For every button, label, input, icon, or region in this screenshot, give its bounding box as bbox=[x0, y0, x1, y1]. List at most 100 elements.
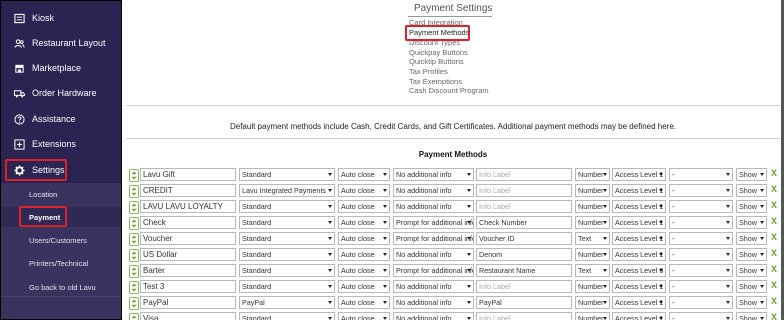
sidebar-item-assistance[interactable]: Assistance bbox=[1, 107, 121, 131]
format-select[interactable]: Number bbox=[575, 200, 610, 213]
additional-info-select[interactable]: No additional info bbox=[393, 296, 474, 309]
settings-link-payment-methods[interactable]: Payment Methods bbox=[409, 28, 469, 37]
visibility-select[interactable]: Show bbox=[736, 168, 767, 181]
info-label-input[interactable]: Info Label bbox=[476, 168, 572, 181]
sidebar-item-marketplace[interactable]: Marketplace bbox=[1, 56, 121, 80]
access-level-select[interactable]: Access Level 1 bbox=[612, 312, 666, 320]
delete-method-button[interactable]: X bbox=[771, 200, 777, 210]
additional-info-select[interactable]: No additional info bbox=[393, 312, 474, 320]
delete-method-button[interactable]: X bbox=[771, 280, 777, 290]
settings-link-discount-types[interactable]: Discount Types bbox=[409, 38, 460, 47]
subnav-item-printers-technical[interactable]: Printers/Technical bbox=[1, 253, 121, 273]
access-level-select[interactable]: Access Level 1 bbox=[612, 280, 666, 293]
method-name-input[interactable]: PayPal bbox=[140, 296, 236, 309]
access-level-select[interactable]: Access Level 1 bbox=[612, 168, 666, 181]
method-name-input[interactable]: Voucher bbox=[140, 232, 236, 245]
reorder-arrows-icon[interactable] bbox=[128, 280, 139, 294]
info-label-input[interactable]: Info Label bbox=[476, 280, 572, 293]
reorder-arrows-icon[interactable] bbox=[128, 312, 139, 320]
format-select[interactable]: Number bbox=[575, 216, 610, 229]
additional-info-select[interactable]: No additional info bbox=[393, 248, 474, 261]
close-behavior-select[interactable]: Auto close bbox=[338, 200, 390, 213]
info-label-input[interactable]: Denom bbox=[476, 248, 572, 261]
method-type-select[interactable]: Standard bbox=[239, 248, 335, 261]
reorder-arrows-icon[interactable] bbox=[128, 216, 139, 230]
visibility-select[interactable]: Show bbox=[736, 184, 767, 197]
delete-method-button[interactable]: X bbox=[771, 296, 777, 306]
additional-info-select[interactable]: No additional info bbox=[393, 200, 474, 213]
method-type-select[interactable]: Standard bbox=[239, 264, 335, 277]
access-level-select[interactable]: Access Level 1 bbox=[612, 296, 666, 309]
delete-method-button[interactable]: X bbox=[771, 232, 777, 242]
close-behavior-select[interactable]: Auto close bbox=[338, 184, 390, 197]
reorder-arrows-icon[interactable] bbox=[128, 264, 139, 278]
method-type-select[interactable]: Standard bbox=[239, 232, 335, 245]
close-behavior-select[interactable]: Auto close bbox=[338, 312, 390, 320]
settings-link-card-integration[interactable]: Card Integration bbox=[409, 18, 463, 27]
option-select[interactable]: - bbox=[669, 232, 733, 245]
method-name-input[interactable]: Test 3 bbox=[140, 280, 236, 293]
method-type-select[interactable]: PayPal bbox=[239, 296, 335, 309]
close-behavior-select[interactable]: Auto close bbox=[338, 280, 390, 293]
close-behavior-select[interactable]: Auto close bbox=[338, 296, 390, 309]
close-behavior-select[interactable]: Auto close bbox=[338, 216, 390, 229]
delete-method-button[interactable]: X bbox=[771, 184, 777, 194]
sidebar-item-restaurant-layout[interactable]: Restaurant Layout bbox=[1, 31, 121, 55]
format-select[interactable]: Number bbox=[575, 184, 610, 197]
additional-info-select[interactable]: No additional info bbox=[393, 168, 474, 181]
option-select[interactable]: - bbox=[669, 312, 733, 320]
reorder-arrows-icon[interactable] bbox=[128, 296, 139, 310]
info-label-input[interactable]: Info Label bbox=[476, 184, 572, 197]
delete-method-button[interactable]: X bbox=[771, 312, 777, 320]
format-select[interactable]: Number bbox=[575, 248, 610, 261]
option-select[interactable]: - bbox=[669, 216, 733, 229]
reorder-arrows-icon[interactable] bbox=[128, 184, 139, 198]
method-type-select[interactable]: Standard bbox=[239, 312, 335, 320]
settings-link-tax-profiles[interactable]: Tax Profiles bbox=[409, 67, 448, 76]
additional-info-select[interactable]: Prompt for additional info bbox=[393, 216, 474, 229]
format-select[interactable]: Number bbox=[575, 296, 610, 309]
method-type-select[interactable]: Standard bbox=[239, 200, 335, 213]
delete-method-button[interactable]: X bbox=[771, 216, 777, 226]
method-name-input[interactable]: US Dollar bbox=[140, 248, 236, 261]
sidebar-item-settings[interactable]: Settings bbox=[1, 158, 121, 182]
option-select[interactable]: - bbox=[669, 248, 733, 261]
delete-method-button[interactable]: X bbox=[771, 248, 777, 258]
sidebar-item-kiosk[interactable]: Kiosk bbox=[1, 6, 121, 30]
settings-link-cash-discount[interactable]: Cash Discount Program bbox=[409, 86, 489, 95]
reorder-arrows-icon[interactable] bbox=[128, 168, 139, 182]
close-behavior-select[interactable]: Auto close bbox=[338, 264, 390, 277]
delete-method-button[interactable]: X bbox=[771, 168, 777, 178]
visibility-select[interactable]: Show bbox=[736, 264, 767, 277]
settings-link-quickpay-buttons[interactable]: Quickpay Buttons bbox=[409, 48, 468, 57]
access-level-select[interactable]: Access Level 1 bbox=[612, 200, 666, 213]
visibility-select[interactable]: Show bbox=[736, 216, 767, 229]
option-select[interactable]: - bbox=[669, 184, 733, 197]
reorder-arrows-icon[interactable] bbox=[128, 200, 139, 214]
format-select[interactable]: Number bbox=[575, 312, 610, 320]
method-name-input[interactable]: Check bbox=[140, 216, 236, 229]
method-name-input[interactable]: Visa bbox=[140, 312, 236, 320]
reorder-arrows-icon[interactable] bbox=[128, 248, 139, 262]
format-select[interactable]: Number bbox=[575, 168, 610, 181]
info-label-input[interactable]: Info Label bbox=[476, 312, 572, 320]
method-type-select[interactable]: Lavu Integrated Payments bbox=[239, 184, 335, 197]
reorder-arrows-icon[interactable] bbox=[128, 232, 139, 246]
subnav-item-location[interactable]: Location bbox=[1, 184, 121, 204]
access-level-select[interactable]: Access Level 1 bbox=[612, 216, 666, 229]
visibility-select[interactable]: Show bbox=[736, 280, 767, 293]
format-select[interactable]: Number bbox=[575, 280, 610, 293]
option-select[interactable]: - bbox=[669, 296, 733, 309]
info-label-input[interactable]: Restaurant Name bbox=[476, 264, 572, 277]
info-label-input[interactable]: Info Label bbox=[476, 200, 572, 213]
method-name-input[interactable]: LAVU LAVU LOYALTY bbox=[140, 200, 236, 213]
method-type-select[interactable]: Standard bbox=[239, 280, 335, 293]
close-behavior-select[interactable]: Auto close bbox=[338, 232, 390, 245]
format-select[interactable]: Text bbox=[575, 264, 610, 277]
method-name-input[interactable]: CREDIT bbox=[140, 184, 236, 197]
access-level-select[interactable]: Access Level 3 bbox=[612, 264, 666, 277]
settings-link-tax-exemptions[interactable]: Tax Exemptions bbox=[409, 77, 462, 86]
option-select[interactable]: - bbox=[669, 168, 733, 181]
access-level-select[interactable]: Access Level 1 bbox=[612, 248, 666, 261]
option-select[interactable]: - bbox=[669, 200, 733, 213]
